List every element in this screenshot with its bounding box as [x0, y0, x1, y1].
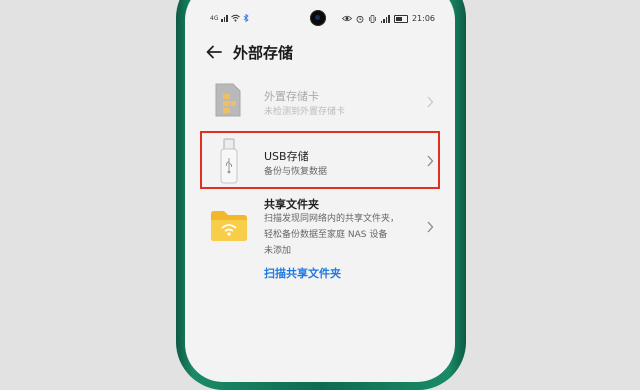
bluetooth-icon	[243, 14, 249, 22]
cellular-signal-icon	[380, 14, 390, 23]
status-left: 4G	[210, 14, 249, 22]
list-item-sd-card[interactable]: 外置存储卡 未检测到外置存储卡	[200, 78, 440, 124]
page-title: 外部存储	[233, 43, 294, 62]
network-type-label: 4G	[210, 14, 219, 22]
shared-folder-title: 共享文件夹	[264, 198, 319, 211]
alarm-icon	[356, 15, 364, 23]
sd-card-title: 外置存储卡	[264, 90, 319, 103]
chevron-right-icon	[427, 155, 434, 167]
page-header: 外部存储	[205, 40, 293, 64]
shared-folder-desc-line-2: 轻松备份数据至家庭 NAS 设备	[264, 230, 388, 240]
vibrate-icon	[369, 14, 376, 23]
signal-icon	[221, 14, 228, 22]
eye-icon	[341, 15, 352, 22]
status-bar: 4G 21:06	[210, 14, 435, 26]
list-item-usb-storage[interactable]: USB存储 备份与恢复数据	[200, 131, 440, 189]
usb-drive-icon	[220, 138, 238, 184]
folder-network-icon	[211, 211, 247, 241]
battery-icon	[393, 14, 408, 23]
chevron-right-icon	[427, 221, 434, 233]
sd-card-subtitle: 未检测到外置存储卡	[264, 107, 346, 117]
shared-folder-status: 未添加	[264, 246, 292, 256]
shared-folder-desc-line-1: 扫描发现同网络内的共享文件夹，	[264, 214, 400, 224]
chevron-right-icon	[427, 96, 434, 108]
usb-storage-title: USB存储	[264, 150, 309, 163]
back-arrow-icon[interactable]	[205, 43, 223, 61]
wifi-icon	[231, 14, 240, 22]
status-right: 21:06	[341, 14, 435, 23]
sd-card-icon	[215, 83, 241, 117]
scan-shared-folder-link[interactable]: 扫描共享文件夹	[264, 265, 341, 281]
usb-storage-subtitle: 备份与恢复数据	[264, 167, 328, 177]
status-time: 21:06	[411, 14, 435, 23]
